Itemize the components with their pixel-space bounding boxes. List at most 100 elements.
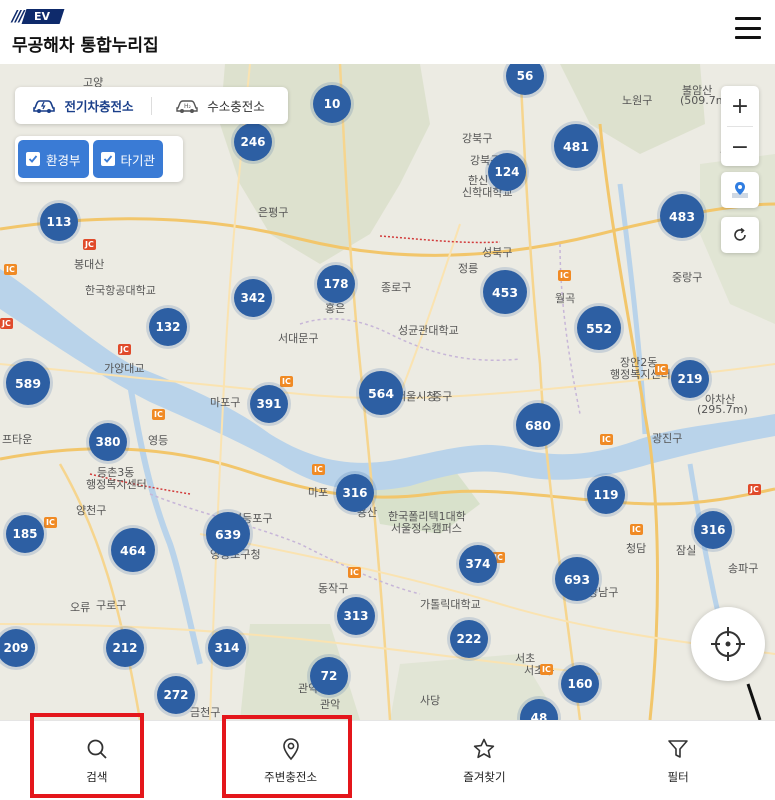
charger-cluster-marker[interactable]: 160 [561,665,599,703]
map-place-label: 중랑구 [672,271,703,284]
interchange-badge: IC [44,517,57,528]
nav-favorites[interactable]: 즐겨찾기 [388,721,582,800]
charger-cluster-marker[interactable]: 313 [337,597,375,635]
zoom-control: + − [721,86,759,166]
interchange-badge: IC [540,664,553,675]
charger-cluster-marker[interactable]: 639 [206,512,250,556]
interchange-badge: IC [600,434,613,445]
map-place-label: 구로구 [96,599,127,612]
hydrogen-car-icon: H₂ [176,99,198,113]
app-title: 무공해차 통합누리집 [12,36,159,56]
svg-text:H₂: H₂ [184,103,192,110]
charger-type-tabs: 전기차충전소 H₂ 수소충전소 [15,87,288,124]
agency-filter-chips: 환경부 타기관 [15,136,183,182]
charger-cluster-marker[interactable]: 314 [208,629,246,667]
charger-cluster-marker[interactable]: 693 [555,557,599,601]
charger-cluster-marker[interactable]: 552 [577,306,621,350]
filter-chip-ministry-label: 환경부 [46,152,81,168]
map-place-label: 금천구 [190,706,221,719]
filter-chip-other-agency[interactable]: 타기관 [92,140,164,178]
location-pin-icon [282,737,299,760]
junction-badge: JC [0,318,13,329]
refresh-button[interactable] [721,217,759,253]
charger-cluster-marker[interactable]: 464 [111,528,155,572]
junction-badge: JC [748,484,761,495]
nav-search[interactable]: 검색 [0,721,194,800]
interchange-badge: IC [348,567,361,578]
map-place-label: 오류 [70,601,91,614]
map-place-label: 마포 [308,486,329,499]
checkbox-checked-icon [26,152,40,166]
app-header: /// EV 무공해차 통합누리집 [0,0,775,64]
my-location-marker-button[interactable] [721,172,759,208]
map-place-label: 동작구 [318,582,349,595]
nav-favorites-label: 즐겨찾기 [463,769,506,784]
ev-logo[interactable]: /// EV [12,7,65,25]
charger-cluster-marker[interactable]: 374 [459,545,497,583]
interchange-badge: IC [630,524,643,535]
charger-cluster-marker[interactable]: 483 [660,194,704,238]
charger-cluster-marker[interactable]: 113 [40,203,78,241]
crosshair-icon [711,627,745,661]
map-place-label: 강북구 [462,132,493,145]
filter-chip-other-agency-label: 타기관 [120,152,156,168]
nav-nearby-chargers[interactable]: 주변충전소 [194,721,388,800]
map-place-label: 중구 [432,390,453,403]
zoom-out-button[interactable]: − [721,127,759,167]
nav-filter-label: 필터 [667,769,689,784]
charger-cluster-marker[interactable]: 72 [310,657,348,695]
charger-cluster-marker[interactable]: 481 [554,124,598,168]
map-place-label: 한국항공대학교 [85,284,156,297]
charger-cluster-marker[interactable]: 316 [336,474,374,512]
location-marker-icon [732,182,748,198]
map-place-label: 성균관대학교 [398,324,459,337]
charger-cluster-marker[interactable]: 316 [694,511,732,549]
charger-cluster-marker[interactable]: 342 [234,279,272,317]
charger-cluster-marker[interactable]: 185 [6,515,44,553]
filter-icon [668,739,688,758]
map-place-label: 가양대교 [104,362,145,375]
map-place-label: 성북구 [482,246,513,259]
filter-chip-ministry[interactable]: 환경부 [18,140,89,178]
charger-cluster-marker[interactable]: 272 [157,676,195,714]
star-icon [474,738,495,758]
map-place-label: 송파구 [728,562,759,575]
map-place-label: 정릉 [458,262,479,275]
tab-hydrogen-charger[interactable]: H₂ 수소충전소 [152,87,288,124]
junction-badge: JC [118,344,131,355]
charger-cluster-marker[interactable]: 219 [671,360,709,398]
charger-cluster-marker[interactable]: 564 [359,371,403,415]
current-location-button[interactable] [691,607,765,681]
map-place-label: 서울정수캠퍼스 [391,522,462,535]
charger-cluster-marker[interactable]: 246 [234,123,272,161]
charger-cluster-marker[interactable]: 589 [6,361,50,405]
charger-cluster-marker[interactable]: 10 [313,85,351,123]
zoom-in-button[interactable]: + [721,86,759,126]
charger-cluster-marker[interactable]: 380 [89,423,127,461]
charger-cluster-marker[interactable]: 391 [250,385,288,423]
charger-cluster-marker[interactable]: 124 [488,153,526,191]
map-place-label: 영등 [148,434,169,447]
refresh-icon [734,227,746,241]
ev-car-icon [33,99,56,113]
charger-cluster-marker[interactable]: 132 [149,308,187,346]
charger-cluster-marker[interactable]: 212 [106,629,144,667]
checkbox-checked-icon [100,152,115,166]
charger-cluster-marker[interactable]: 119 [587,476,625,514]
tab-ev-charger[interactable]: 전기차충전소 [15,87,151,124]
hamburger-menu-icon[interactable] [735,17,761,39]
interchange-badge: IC [655,364,668,375]
map-place-label: 봉대산 [74,258,105,271]
map-place-label: (295.7m) [697,403,748,416]
bottom-navigation: 검색 주변충전소 즐겨찾기 필터 [0,720,775,800]
interchange-badge: IC [4,264,17,275]
nav-filter[interactable]: 필터 [581,721,775,800]
charger-cluster-marker[interactable]: 453 [483,270,527,314]
map-place-label: 청담 [626,542,647,555]
map-place-label: 관악 [320,698,341,711]
charger-cluster-marker[interactable]: 178 [317,265,355,303]
map-place-label: 마포구 [210,396,241,409]
map-view[interactable]: 고양노원구불암산(509.7m)강북구강북구청한신신학대학교삼육대은평구봉대산한… [0,64,775,720]
charger-cluster-marker[interactable]: 680 [516,403,560,447]
charger-cluster-marker[interactable]: 222 [450,620,488,658]
